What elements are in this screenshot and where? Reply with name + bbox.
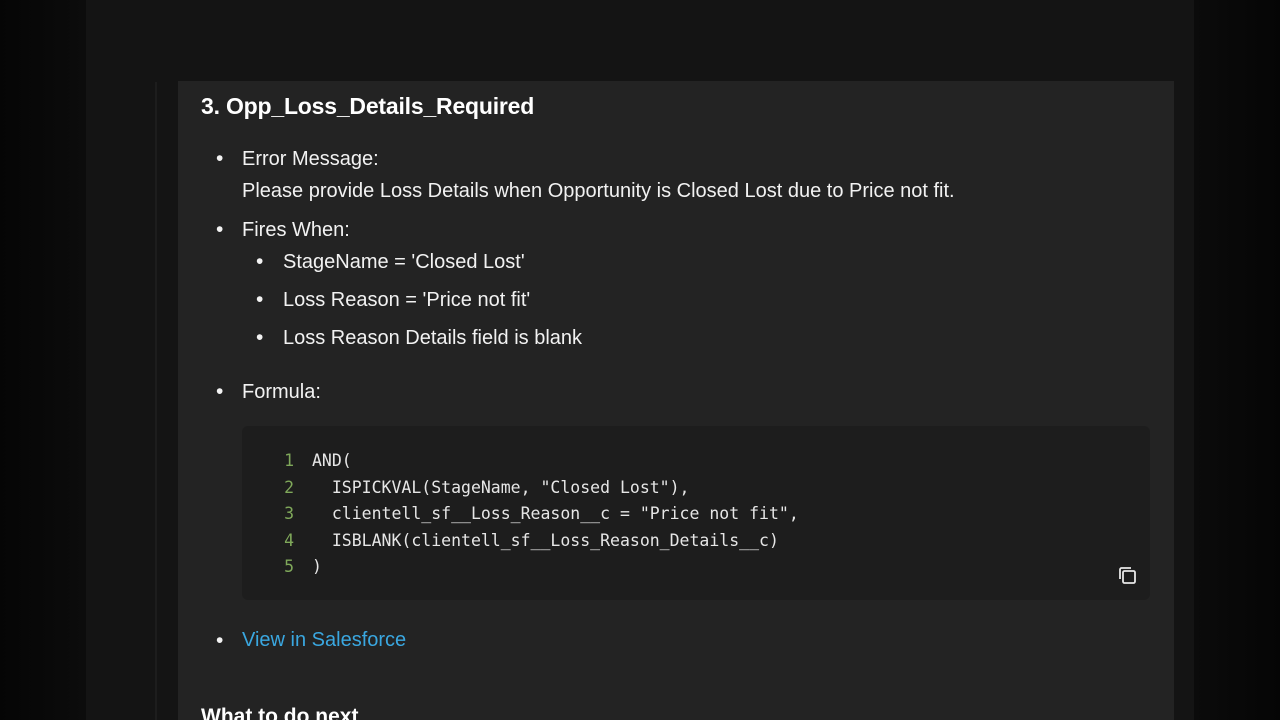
code-text: ISBLANK(clientell_sf__Loss_Reason_Detail… — [312, 530, 779, 550]
view-in-salesforce-link[interactable]: View in Salesforce — [242, 629, 406, 652]
bullet-fires-when: • — [216, 218, 224, 241]
formula-code-block: 1 AND( 2 ISPICKVAL(StageName, "Closed Los… — [242, 426, 1150, 600]
line-number: 5 — [284, 557, 294, 576]
code-line: 2 ISPICKVAL(StageName, "Closed Lost"), — [242, 477, 690, 497]
bullet-condition-1: • — [256, 250, 264, 273]
rule-heading: 3. Opp_Loss_Details_Required — [201, 93, 535, 119]
response-panel: 3. Opp_Loss_Details_Required • Error Mes… — [178, 81, 1174, 720]
bullet-link: • — [216, 629, 224, 652]
code-line: 3 clientell_sf__Loss_Reason__c = "Price … — [242, 504, 799, 523]
code-text: AND( — [312, 451, 352, 470]
code-text: ISPICKVAL(StageName, "Closed Lost"), — [312, 477, 690, 497]
bullet-formula: • — [216, 380, 224, 403]
line-number: 4 — [284, 530, 294, 550]
condition-loss-reason: Loss Reason = 'Price not fit' — [283, 289, 531, 311]
condition-stage-name: StageName = 'Closed Lost' — [283, 251, 525, 273]
code-line: 1 AND( — [242, 451, 352, 470]
error-message-label: Error Message: — [242, 148, 379, 170]
copy-code-button[interactable] — [1116, 564, 1140, 588]
line-number: 2 — [284, 477, 294, 497]
bullet-error-message: • — [216, 147, 224, 170]
code-text: clientell_sf__Loss_Reason__c = "Price no… — [312, 504, 799, 523]
code-line: 5) — [242, 557, 322, 576]
code-text: ) — [312, 557, 322, 576]
next-steps-heading: What to do next — [201, 705, 359, 720]
bullet-condition-3: • — [256, 326, 264, 349]
line-number: 3 — [284, 504, 294, 523]
bullet-condition-2: • — [256, 288, 264, 311]
fires-when-label: Fires When: — [242, 219, 350, 241]
code-line: 4 ISBLANK(clientell_sf__Loss_Reason_Deta… — [242, 531, 779, 550]
condition-details-blank: Loss Reason Details field is blank — [283, 327, 583, 349]
left-rail — [155, 82, 157, 720]
error-message-text: Please provide Loss Details when Opportu… — [242, 180, 955, 202]
screen: 3. Opp_Loss_Details_Required • Error Mes… — [0, 0, 1280, 720]
formula-label: Formula: — [242, 381, 321, 403]
line-number: 1 — [284, 451, 294, 470]
copy-icon — [1119, 567, 1136, 584]
